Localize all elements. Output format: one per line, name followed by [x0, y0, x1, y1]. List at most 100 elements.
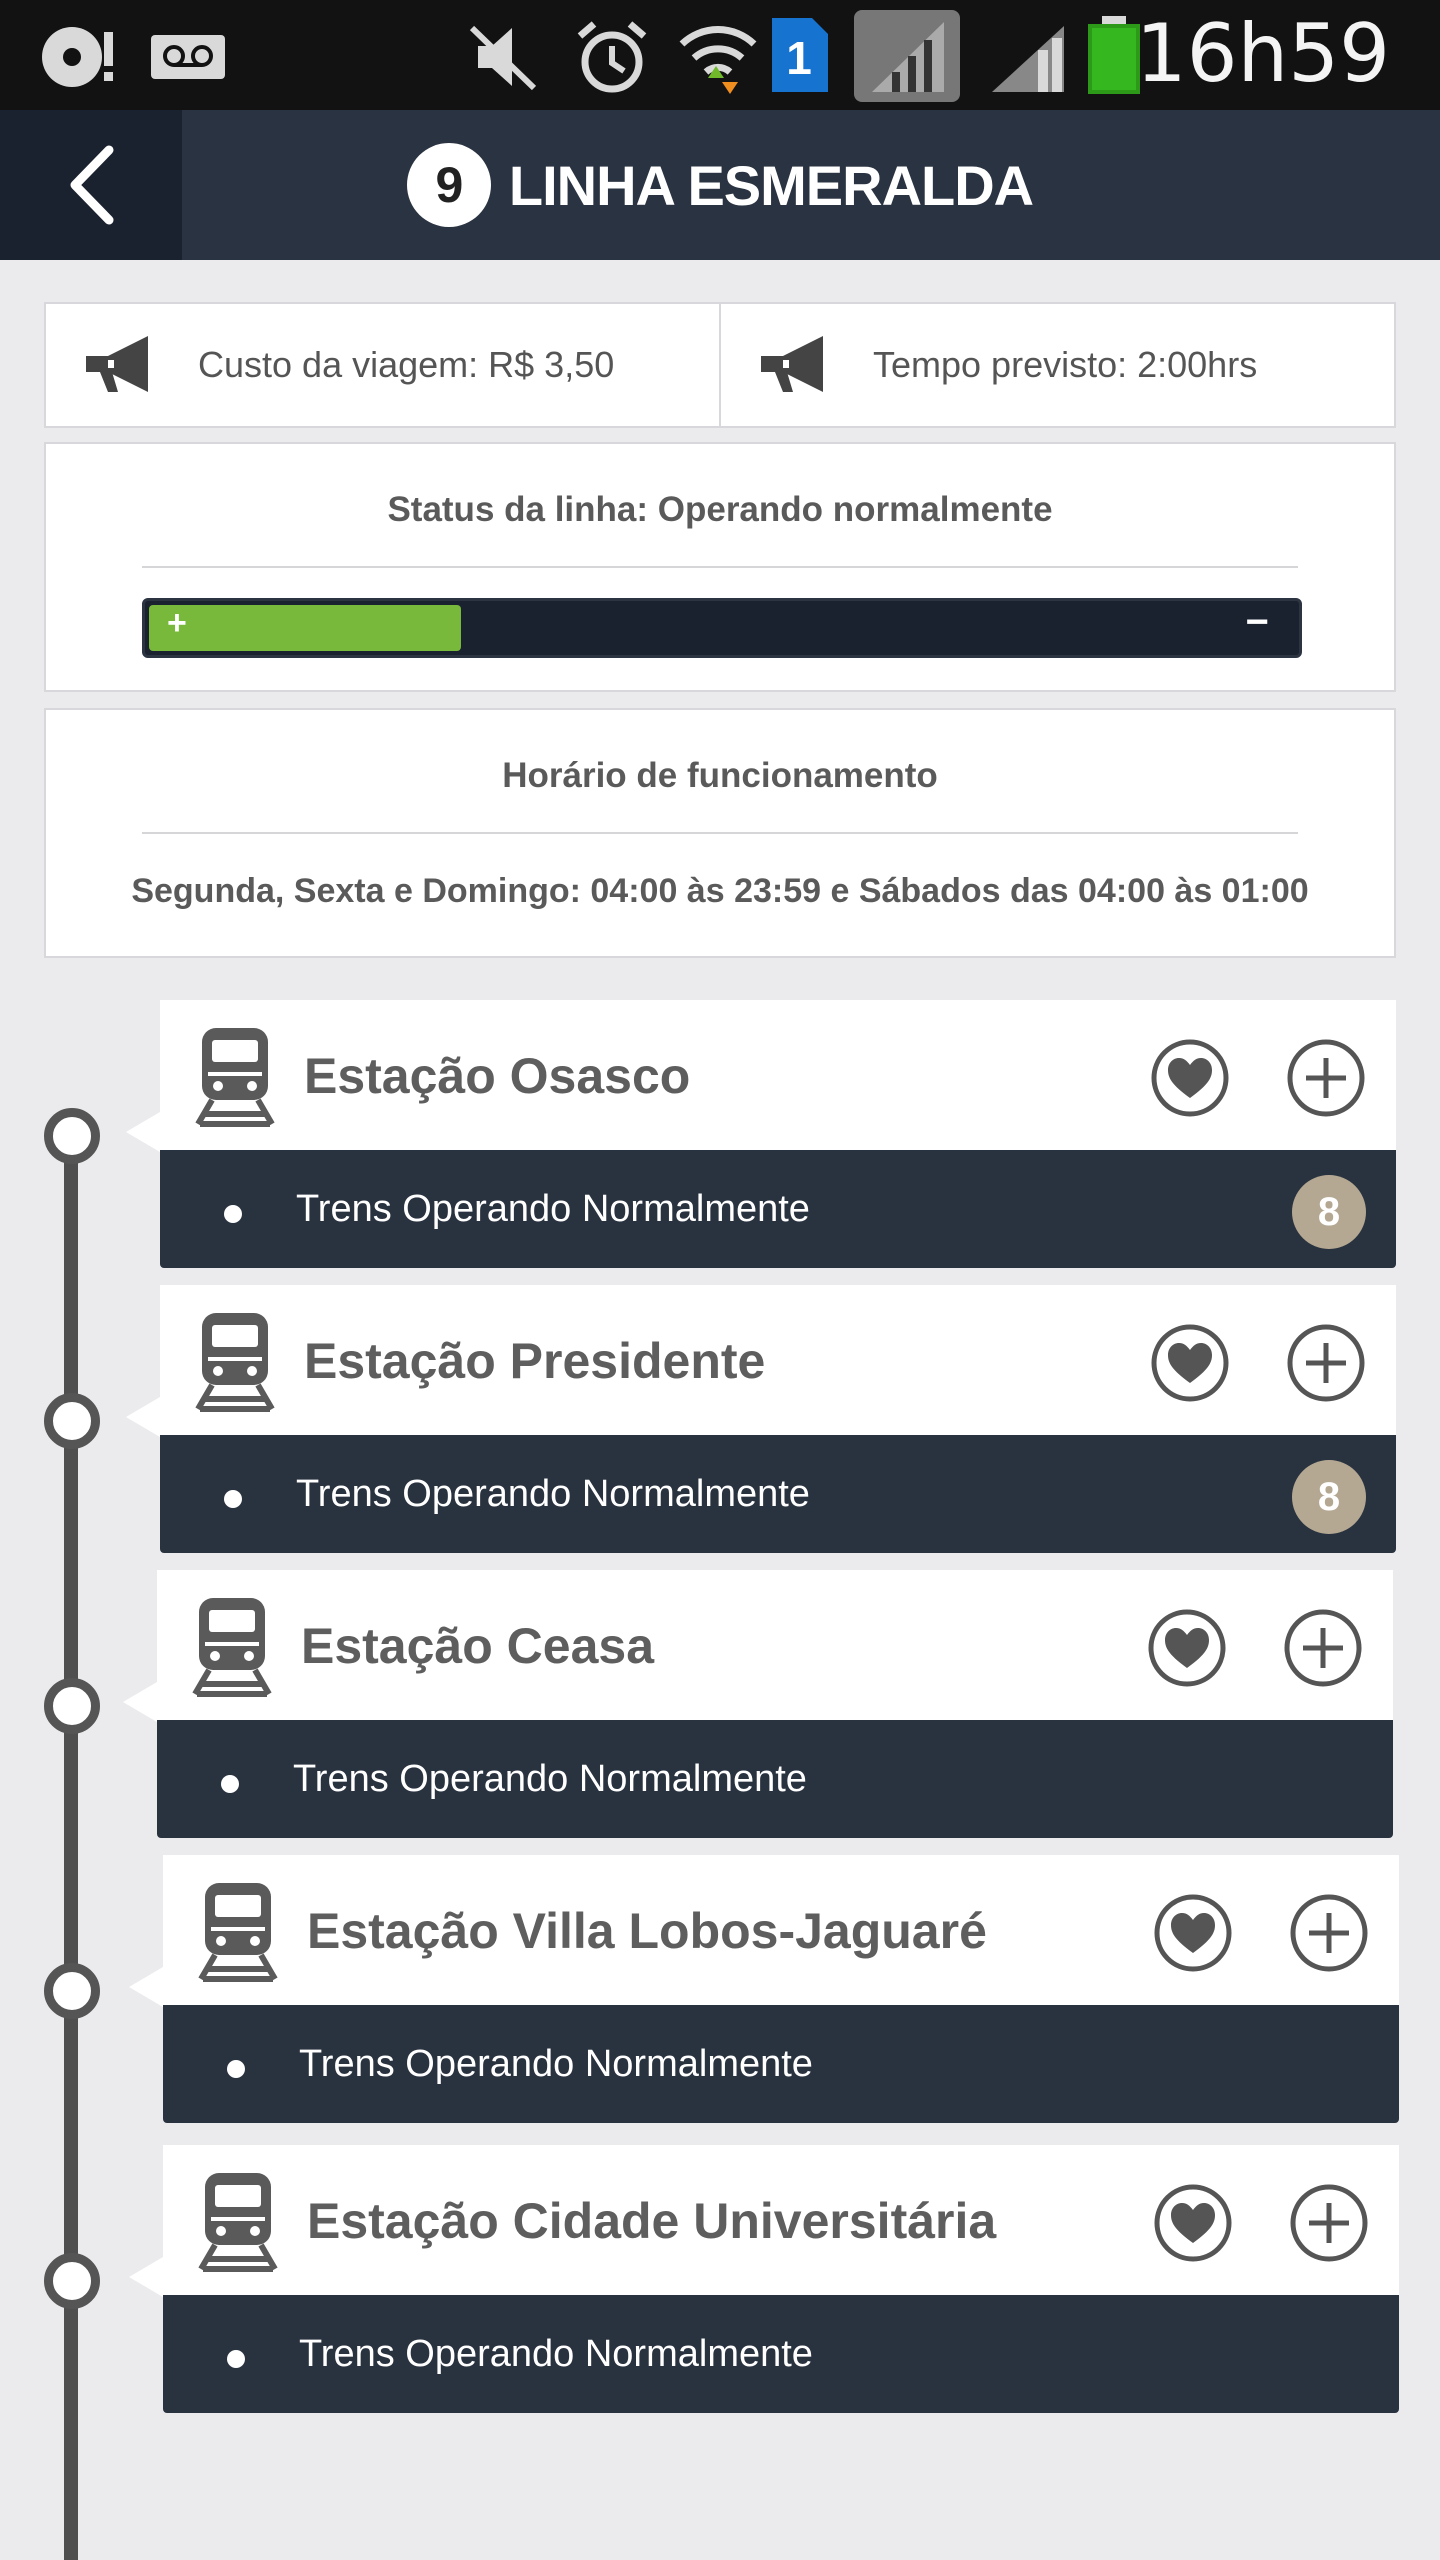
add-button[interactable] [1283, 1608, 1363, 1693]
station-card[interactable]: Estação Villa Lobos-Jaguaré Trens Operand… [163, 1855, 1399, 2123]
station-header[interactable]: Estação Osasco [160, 1000, 1396, 1152]
timeline-node [44, 1678, 100, 1734]
station-card[interactable]: Estação Osasco Trens Operando Normalmente… [160, 1000, 1396, 1268]
station-name: Estação Villa Lobos-Jaguaré [307, 1903, 987, 1959]
train-icon [195, 2169, 281, 2278]
schedule-title: Horário de funcionamento [502, 756, 938, 795]
back-button[interactable] [0, 110, 182, 260]
train-icon [195, 1879, 281, 1988]
station-pointer [129, 1967, 163, 2007]
add-button[interactable] [1289, 1893, 1369, 1978]
heart-icon [1153, 1894, 1233, 1977]
station-status-text: Trens Operando Normalmente [296, 1188, 810, 1230]
heart-icon [1150, 1324, 1230, 1407]
plus-icon [1289, 2184, 1369, 2267]
plus-icon [1289, 1894, 1369, 1977]
count-badge[interactable]: 8 [1292, 1175, 1366, 1249]
wifi-icon [679, 26, 757, 94]
add-button[interactable] [1289, 2183, 1369, 2268]
svg-text:1: 1 [786, 32, 812, 84]
station-pointer [129, 2257, 163, 2297]
train-icon [192, 1024, 278, 1133]
plus-icon [1283, 1609, 1363, 1692]
plus-icon [1286, 1039, 1366, 1122]
station-pointer [126, 1112, 160, 1152]
train-icon [192, 1309, 278, 1418]
heart-icon [1153, 2184, 1233, 2267]
station-status[interactable]: Trens Operando Normalmente 8 [160, 1150, 1396, 1268]
timeline-node [44, 1108, 100, 1164]
station-name: Estação Osasco [304, 1048, 691, 1104]
station-card[interactable]: Estação Ceasa Trens Operando Normalmente [157, 1570, 1393, 1838]
clock: 16h59 [1135, 7, 1390, 100]
station-pointer [126, 1397, 160, 1437]
alarm-icon [577, 21, 647, 93]
station-status[interactable]: Trens Operando Normalmente [163, 2295, 1399, 2413]
trip-time-label: Tempo previsto: 2:00hrs [873, 344, 1258, 385]
schedule-text: Segunda, Sexta e Domingo: 04:00 às 23:59… [131, 872, 1309, 910]
chevron-left-icon [70, 145, 114, 225]
signal-icon [854, 10, 960, 102]
station-status[interactable]: Trens Operando Normalmente [163, 2005, 1399, 2123]
train-icon [189, 1594, 275, 1703]
station-status[interactable]: Trens Operando Normalmente 8 [160, 1435, 1396, 1553]
page-title: 9 LINHA ESMERALDA [0, 110, 1440, 260]
station-card[interactable]: Estação Cidade Universitária Trens Operan… [163, 2145, 1399, 2413]
heart-icon [1147, 1609, 1227, 1692]
bullet-icon [227, 2350, 245, 2368]
station-status-text: Trens Operando Normalmente [296, 1473, 810, 1515]
megaphone-icon [761, 336, 823, 392]
add-button[interactable] [1286, 1038, 1366, 1123]
bullet-icon [224, 1490, 242, 1508]
favorite-button[interactable] [1153, 2183, 1233, 2268]
count-badge[interactable]: 8 [1292, 1460, 1366, 1534]
line-number-badge: 9 [406, 143, 491, 227]
battery-icon [1088, 16, 1140, 94]
favorite-button[interactable] [1150, 1038, 1230, 1123]
station-name: Estação Presidente [304, 1333, 766, 1389]
station-header[interactable]: Estação Villa Lobos-Jaguaré [163, 1855, 1399, 2007]
timeline-node [44, 1393, 100, 1449]
station-name: Estação Cidade Universitária [307, 2193, 997, 2249]
timeline-node [44, 2253, 100, 2309]
voicemail-icon [151, 35, 225, 79]
line-status-meter: + − [142, 598, 1302, 658]
station-pointer [123, 1682, 157, 1722]
favorite-button[interactable] [1147, 1608, 1227, 1693]
line-status-title: Status da linha: Operando normalmente [387, 490, 1053, 529]
station-status-text: Trens Operando Normalmente [293, 1758, 807, 1800]
station-status-text: Trens Operando Normalmente [299, 2043, 813, 2085]
app-header: 9 LINHA ESMERALDA [0, 110, 1440, 260]
favorite-button[interactable] [1150, 1323, 1230, 1408]
sim1-icon: 1 [772, 18, 828, 92]
timeline-node [44, 1963, 100, 2019]
megaphone-icon [86, 336, 148, 392]
favorite-button[interactable] [1153, 1893, 1233, 1978]
line-status-meter-fill [149, 605, 461, 651]
signal-icon [992, 26, 1064, 92]
media-icon [42, 27, 113, 87]
heart-icon [1150, 1039, 1230, 1122]
meter-minus: − [1245, 600, 1269, 644]
schedule-card: Horário de funcionamento Segunda, Sexta … [44, 708, 1396, 958]
mute-icon [469, 25, 537, 91]
trip-cost: Custo da viagem: R$ 3,50 [44, 302, 721, 428]
station-header[interactable]: Estação Presidente [160, 1285, 1396, 1437]
timeline-line [64, 1130, 78, 2560]
status-bar: 1 16h59 [0, 0, 1440, 110]
trip-time: Tempo previsto: 2:00hrs [721, 302, 1396, 428]
station-header[interactable]: Estação Ceasa [157, 1570, 1393, 1722]
trip-info: Custo da viagem: R$ 3,50 Tempo previsto:… [44, 302, 1396, 428]
add-button[interactable] [1286, 1323, 1366, 1408]
trip-cost-label: Custo da viagem: R$ 3,50 [198, 344, 615, 385]
divider [142, 566, 1298, 568]
bullet-icon [221, 1775, 239, 1793]
bullet-icon [224, 1205, 242, 1223]
station-header[interactable]: Estação Cidade Universitária [163, 2145, 1399, 2297]
station-card[interactable]: Estação Presidente Trens Operando Normalm… [160, 1285, 1396, 1553]
line-status-card: Status da linha: Operando normalmente + … [44, 442, 1396, 692]
bullet-icon [227, 2060, 245, 2078]
divider [142, 832, 1298, 834]
station-status[interactable]: Trens Operando Normalmente [157, 1720, 1393, 1838]
line-name: LINHA ESMERALDA [508, 153, 1034, 217]
